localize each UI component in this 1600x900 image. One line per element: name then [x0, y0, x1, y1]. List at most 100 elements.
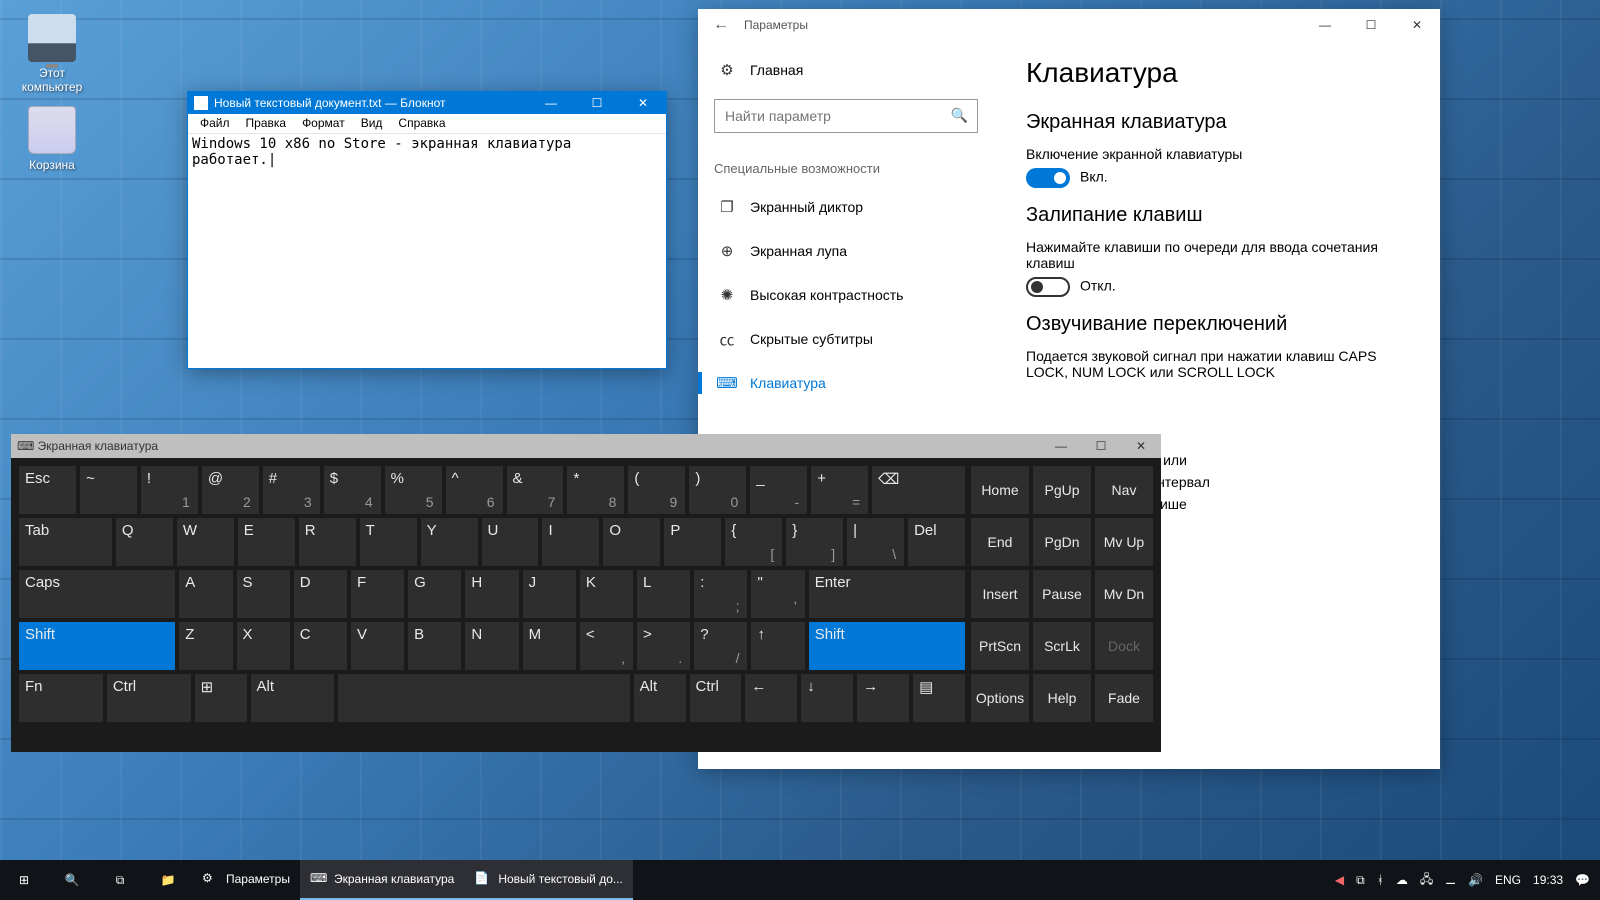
- osk-key[interactable]: {[: [725, 518, 782, 566]
- osk-key[interactable]: $4: [324, 466, 381, 514]
- osk-key[interactable]: Tab: [19, 518, 112, 566]
- osk-key[interactable]: ?/: [694, 622, 747, 670]
- tray-clock[interactable]: 19:33: [1533, 873, 1563, 887]
- osk-side-key[interactable]: Pause: [1033, 570, 1091, 618]
- maximize-button[interactable]: ☐: [1348, 9, 1394, 41]
- menu-view[interactable]: Вид: [353, 114, 391, 133]
- osk-side-key[interactable]: Fade: [1095, 674, 1153, 722]
- osk-side-key[interactable]: Insert: [971, 570, 1029, 618]
- osk-titlebar[interactable]: ⌨ Экранная клавиатура — ☐ ✕: [11, 434, 1161, 458]
- osk-side-key[interactable]: Options: [971, 674, 1029, 722]
- osk-key[interactable]: [338, 674, 629, 722]
- maximize-button[interactable]: ☐: [574, 92, 620, 114]
- osk-key[interactable]: G: [408, 570, 461, 618]
- taskbar-task-settings[interactable]: ⚙Параметры: [192, 860, 300, 900]
- start-button[interactable]: ⊞: [0, 860, 48, 900]
- osk-key[interactable]: N: [465, 622, 518, 670]
- tray-input-icon[interactable]: ⧉: [1356, 873, 1365, 888]
- notepad-textarea[interactable]: Windows 10 x86 no Store - экранная клави…: [188, 134, 666, 368]
- osk-key[interactable]: C: [294, 622, 347, 670]
- search-input[interactable]: [714, 99, 978, 133]
- osk-side-key[interactable]: Nav: [1095, 466, 1153, 514]
- osk-key[interactable]: Ctrl: [690, 674, 742, 722]
- osk-side-key[interactable]: Mv Up: [1095, 518, 1153, 566]
- minimize-button[interactable]: —: [1302, 9, 1348, 41]
- explorer-button[interactable]: 📁: [144, 860, 192, 900]
- osk-key[interactable]: H: [465, 570, 518, 618]
- osk-key[interactable]: Shift: [19, 622, 175, 670]
- osk-key[interactable]: D: [294, 570, 347, 618]
- osk-key[interactable]: P: [664, 518, 721, 566]
- notepad-titlebar[interactable]: Новый текстовый документ.txt — Блокнот —…: [188, 92, 666, 114]
- osk-key[interactable]: Alt: [251, 674, 335, 722]
- osk-key[interactable]: →: [857, 674, 909, 722]
- osk-key[interactable]: Shift: [809, 622, 965, 670]
- osk-key[interactable]: I: [542, 518, 599, 566]
- desktop-icon-recycle-bin[interactable]: Корзина: [14, 106, 90, 172]
- osk-key[interactable]: ↑: [751, 622, 804, 670]
- osk-key[interactable]: |\: [847, 518, 904, 566]
- osk-side-key[interactable]: Home: [971, 466, 1029, 514]
- osk-key[interactable]: ^6: [446, 466, 503, 514]
- desktop-icon-this-pc[interactable]: Этот компьютер: [14, 14, 90, 94]
- osk-key[interactable]: <,: [580, 622, 633, 670]
- osk-key[interactable]: M: [523, 622, 576, 670]
- osk-key[interactable]: ⌫: [872, 466, 965, 514]
- osk-key[interactable]: Z: [179, 622, 232, 670]
- tray-wifi-icon[interactable]: ⚊: [1445, 873, 1456, 887]
- osk-key[interactable]: ~: [80, 466, 137, 514]
- osk-key[interactable]: "': [751, 570, 804, 618]
- tray-bluetooth-icon[interactable]: ᚼ: [1377, 873, 1384, 887]
- toggle-sticky[interactable]: [1026, 277, 1070, 297]
- close-button[interactable]: ✕: [1121, 439, 1161, 453]
- osk-key[interactable]: *8: [567, 466, 624, 514]
- osk-side-key[interactable]: Help: [1033, 674, 1091, 722]
- osk-key[interactable]: ↓: [801, 674, 853, 722]
- close-button[interactable]: ✕: [1394, 9, 1440, 41]
- minimize-button[interactable]: —: [1041, 439, 1081, 453]
- osk-key[interactable]: E: [238, 518, 295, 566]
- osk-key[interactable]: (9: [628, 466, 685, 514]
- osk-key[interactable]: Q: [116, 518, 173, 566]
- osk-key[interactable]: ⊞: [195, 674, 247, 722]
- tray-volume-icon[interactable]: 🔊: [1468, 873, 1483, 887]
- minimize-button[interactable]: —: [528, 92, 574, 114]
- osk-key[interactable]: Enter: [809, 570, 965, 618]
- osk-key[interactable]: }]: [786, 518, 843, 566]
- osk-key[interactable]: ←: [745, 674, 797, 722]
- osk-side-key[interactable]: Dock: [1095, 622, 1153, 670]
- nav-narrator[interactable]: ❐Экранный диктор: [714, 188, 978, 226]
- osk-key[interactable]: Caps: [19, 570, 175, 618]
- osk-key[interactable]: Alt: [634, 674, 686, 722]
- nav-keyboard[interactable]: ⌨Клавиатура: [714, 364, 978, 402]
- osk-key[interactable]: >.: [637, 622, 690, 670]
- osk-side-key[interactable]: PgUp: [1033, 466, 1091, 514]
- menu-file[interactable]: Файл: [192, 114, 238, 133]
- osk-key[interactable]: Del: [908, 518, 965, 566]
- osk-key[interactable]: W: [177, 518, 234, 566]
- settings-titlebar[interactable]: ← Параметры — ☐ ✕: [698, 9, 1440, 41]
- osk-key[interactable]: _-: [750, 466, 807, 514]
- search-button[interactable]: 🔍: [48, 860, 96, 900]
- osk-window[interactable]: ⌨ Экранная клавиатура — ☐ ✕ Esc~!1@2#3$4…: [11, 434, 1161, 752]
- osk-key[interactable]: X: [237, 622, 290, 670]
- taskbar-task-osk[interactable]: ⌨Экранная клавиатура: [300, 860, 464, 900]
- maximize-button[interactable]: ☐: [1081, 439, 1121, 453]
- osk-side-key[interactable]: End: [971, 518, 1029, 566]
- taskbar-task-notepad[interactable]: 📄Новый текстовый до...: [464, 860, 633, 900]
- osk-side-key[interactable]: ScrLk: [1033, 622, 1091, 670]
- tray-notifications-icon[interactable]: 💬: [1575, 873, 1590, 887]
- osk-side-key[interactable]: PgDn: [1033, 518, 1091, 566]
- osk-key[interactable]: !1: [141, 466, 198, 514]
- nav-magnifier[interactable]: ⊕Экранная лупа: [714, 232, 978, 270]
- tray-network-icon[interactable]: 🖧: [1420, 870, 1433, 891]
- osk-side-key[interactable]: PrtScn: [971, 622, 1029, 670]
- nav-captions[interactable]: ㏄Скрытые субтитры: [714, 320, 978, 358]
- osk-key[interactable]: B: [408, 622, 461, 670]
- osk-key[interactable]: Fn: [19, 674, 103, 722]
- notepad-window[interactable]: Новый текстовый документ.txt — Блокнот —…: [187, 91, 667, 369]
- osk-key[interactable]: F: [351, 570, 404, 618]
- toggle-osk[interactable]: [1026, 168, 1070, 188]
- back-button[interactable]: ←: [698, 16, 744, 34]
- close-button[interactable]: ✕: [620, 92, 666, 114]
